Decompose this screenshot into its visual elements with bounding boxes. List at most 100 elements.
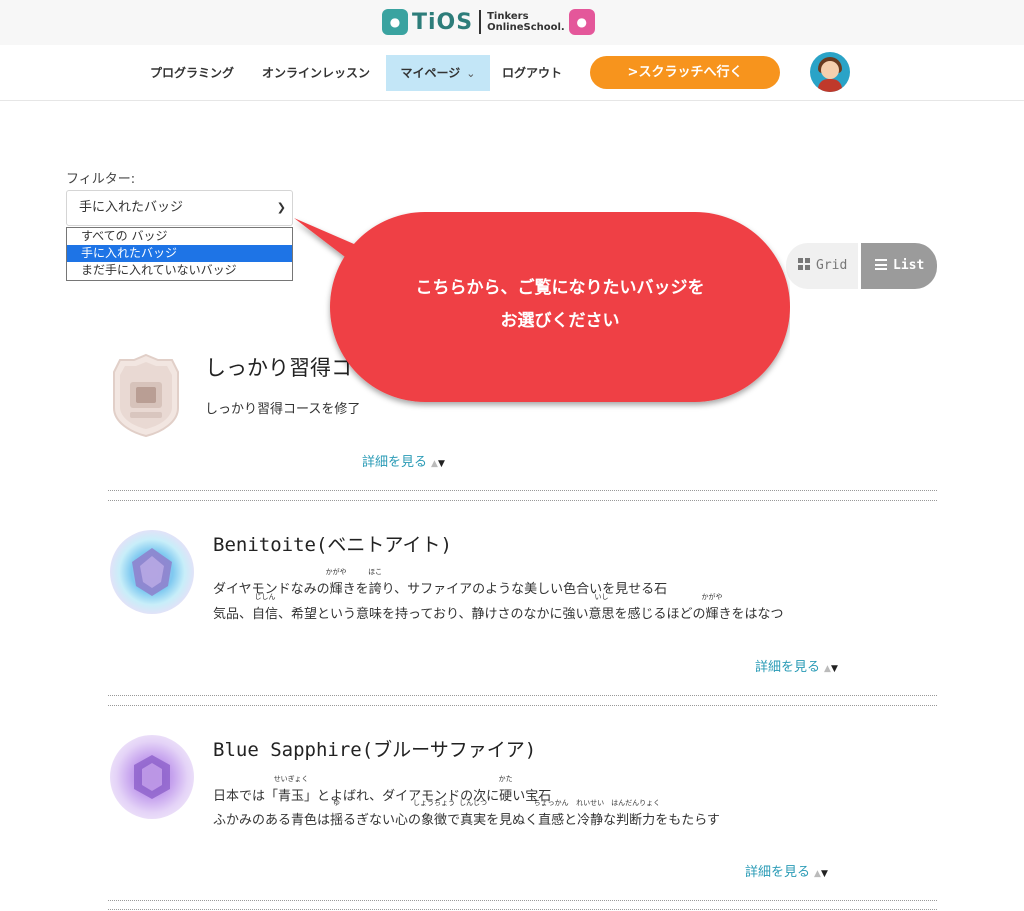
ruby-reading: かがや — [701, 593, 723, 601]
ruby-base: 輝 — [705, 607, 719, 622]
ruby-base: 判断力 — [616, 813, 656, 828]
ruby-word: はんだんりょく判断力 — [611, 799, 660, 833]
ruby-word: じしん 自信 — [252, 593, 279, 627]
nav-online-lessons[interactable]: オンラインレッスン — [262, 55, 370, 91]
filter-option-obtained[interactable]: 手に入れたバッジ — [67, 245, 292, 262]
logo-brand-short: TiOS — [412, 9, 474, 35]
ruby-word: れいせい 冷静 — [576, 799, 604, 833]
ruby-base: 冷静 — [577, 813, 604, 828]
nav-programming[interactable]: プログラミング — [150, 55, 234, 91]
text-segment: 、希望という意味を持っており、静けさのなかに強い — [278, 607, 589, 622]
badge-description-line-1: 日本では「 せいぎょく 青玉」とよばれ、ダイアモンドの次に かた 硬い宝石 — [213, 775, 551, 809]
chevron-down-icon: ❯ — [276, 201, 286, 214]
ruby-word: しんじつ 真実 — [459, 799, 487, 833]
badge-title: Benitoite(ベニトアイト) — [213, 534, 452, 556]
grid-view-label: Grid — [816, 258, 848, 273]
ruby-reading: しんじつ — [459, 799, 488, 807]
badge-details-link[interactable]: 詳細を見る ▲▼ — [362, 451, 445, 470]
ruby-word: かがや輝 — [326, 568, 347, 602]
list-icon — [875, 259, 887, 270]
ruby-word: いし 意思 — [588, 593, 614, 627]
ruby-base: 青玉 — [278, 789, 305, 804]
ruby-reading: いし — [594, 593, 609, 601]
ruby-word: しょうちょう 象徴 — [413, 799, 455, 833]
filter-option-all[interactable]: すべての バッジ — [67, 228, 292, 245]
avatar-face — [821, 61, 839, 79]
ruby-reading: せいぎょく — [273, 775, 309, 783]
logo-brand-name: Tinkers OnlineSchool. — [487, 11, 565, 33]
text-segment: で — [447, 813, 461, 828]
ruby-base: 真実 — [460, 813, 487, 828]
badge-details-label: 詳細を見る — [362, 455, 428, 470]
ruby-reading: ほこ — [368, 568, 383, 576]
badge-image-benitoite — [110, 530, 194, 614]
text-segment: 気品、 — [213, 607, 253, 622]
list-view-button[interactable]: List — [861, 243, 937, 289]
site-logo[interactable]: ● TiOS Tinkers OnlineSchool. ● — [382, 7, 595, 37]
ruby-reading: ちょっかん — [533, 799, 569, 807]
top-brand-bar: ● TiOS Tinkers OnlineSchool. ● — [0, 0, 1024, 45]
text-segment: ふかみのある青色は — [213, 813, 331, 828]
nav-mypage[interactable]: マイページ ⌄ — [386, 55, 490, 91]
badge-image-thorough-course — [106, 352, 186, 438]
ruby-reading: はんだんりょく — [611, 799, 661, 807]
ruby-base: 硬 — [499, 789, 513, 804]
ruby-word: かがや輝 — [702, 593, 723, 627]
ruby-word: ゆ揺 — [330, 799, 343, 833]
user-avatar[interactable] — [810, 52, 850, 92]
ruby-reading: かがや — [325, 568, 347, 576]
text-segment: きを — [342, 582, 369, 597]
badge-details-link[interactable]: 詳細を見る ▲▼ — [755, 656, 838, 675]
main-nav: プログラミング オンラインレッスン マイページ ⌄ ログアウト >スクラッチへ行く — [0, 45, 1024, 101]
avatar-body — [818, 79, 842, 92]
expand-toggle-icon: ▲▼ — [431, 459, 445, 469]
text-segment: をもたらす — [655, 813, 720, 828]
cat-mascot-icon: ● — [568, 9, 595, 35]
row-divider — [108, 500, 937, 501]
badge-details-link[interactable]: 詳細を見る ▲▼ — [745, 861, 828, 880]
callout-text: こちらから、ご覧になりたいバッジを お選びください — [330, 272, 790, 338]
ruby-reading: れいせい — [576, 799, 605, 807]
robot-mascot-icon: ● — [382, 9, 408, 35]
nav-logout[interactable]: ログアウト — [502, 55, 562, 91]
ruby-base: 輝 — [329, 582, 343, 597]
filter-option-not-obtained[interactable]: まだ手に入れていないバッジ — [67, 262, 292, 279]
logo-line-2: OnlineSchool. — [487, 22, 565, 33]
expand-toggle-icon: ▲▼ — [824, 664, 838, 674]
badge-filter-selected-value: 手に入れたバッジ — [79, 200, 184, 215]
badge-filter-dropdown: すべての バッジ 手に入れたバッジ まだ手に入れていないバッジ — [66, 227, 293, 281]
row-divider — [108, 695, 937, 696]
badge-description-line-2: ふかみのある青色はゆ揺るぎない心の しょうちょう 象徴で しんじつ 真実を見ぬく ちょっか… — [213, 799, 720, 833]
ruby-base: 直感 — [538, 813, 565, 828]
filter-label: フィルター: — [66, 172, 136, 187]
callout-line-1: こちらから、ご覧になりたいバッジを — [415, 278, 705, 298]
badge-image-blue-sapphire — [110, 735, 194, 819]
badge-filter-select[interactable]: 手に入れたバッジ ❯ — [66, 190, 293, 226]
ruby-reading: かた — [498, 775, 513, 783]
text-segment: を感じるほどの — [614, 607, 706, 622]
row-divider — [108, 909, 937, 910]
logo-line-1: Tinkers — [487, 11, 529, 22]
ruby-base: 自信 — [252, 607, 279, 622]
badge-details-label: 詳細を見る — [755, 660, 821, 675]
logo-separator — [479, 10, 482, 34]
expand-toggle-icon: ▲▼ — [814, 869, 828, 879]
text-segment: な — [603, 813, 617, 828]
grid-view-button[interactable]: Grid — [786, 243, 858, 289]
ruby-word: ほこ誇 — [368, 568, 382, 602]
row-divider — [108, 900, 937, 901]
text-segment: きをはなつ — [718, 607, 784, 622]
ruby-reading: ゆ — [333, 799, 341, 807]
go-to-scratch-button[interactable]: >スクラッチへ行く — [590, 56, 780, 89]
row-divider — [108, 705, 937, 706]
ruby-word: かた硬 — [499, 775, 513, 809]
text-segment: を見ぬく — [486, 813, 539, 828]
list-view-label: List — [893, 258, 925, 273]
ruby-word: ちょっかん 直感 — [534, 799, 569, 833]
ruby-word: せいぎょく 青玉 — [274, 775, 309, 809]
nav-mypage-label: マイページ — [400, 66, 461, 80]
badge-description-line-2: 気品、 じしん 自信、希望という意味を持っており、静けさのなかに強い いし 意思を感じる… — [213, 593, 784, 627]
badge-title: Blue Sapphire(ブルーサファイア) — [213, 739, 537, 761]
text-segment: と — [564, 813, 578, 828]
ruby-base: 誇 — [368, 582, 382, 597]
